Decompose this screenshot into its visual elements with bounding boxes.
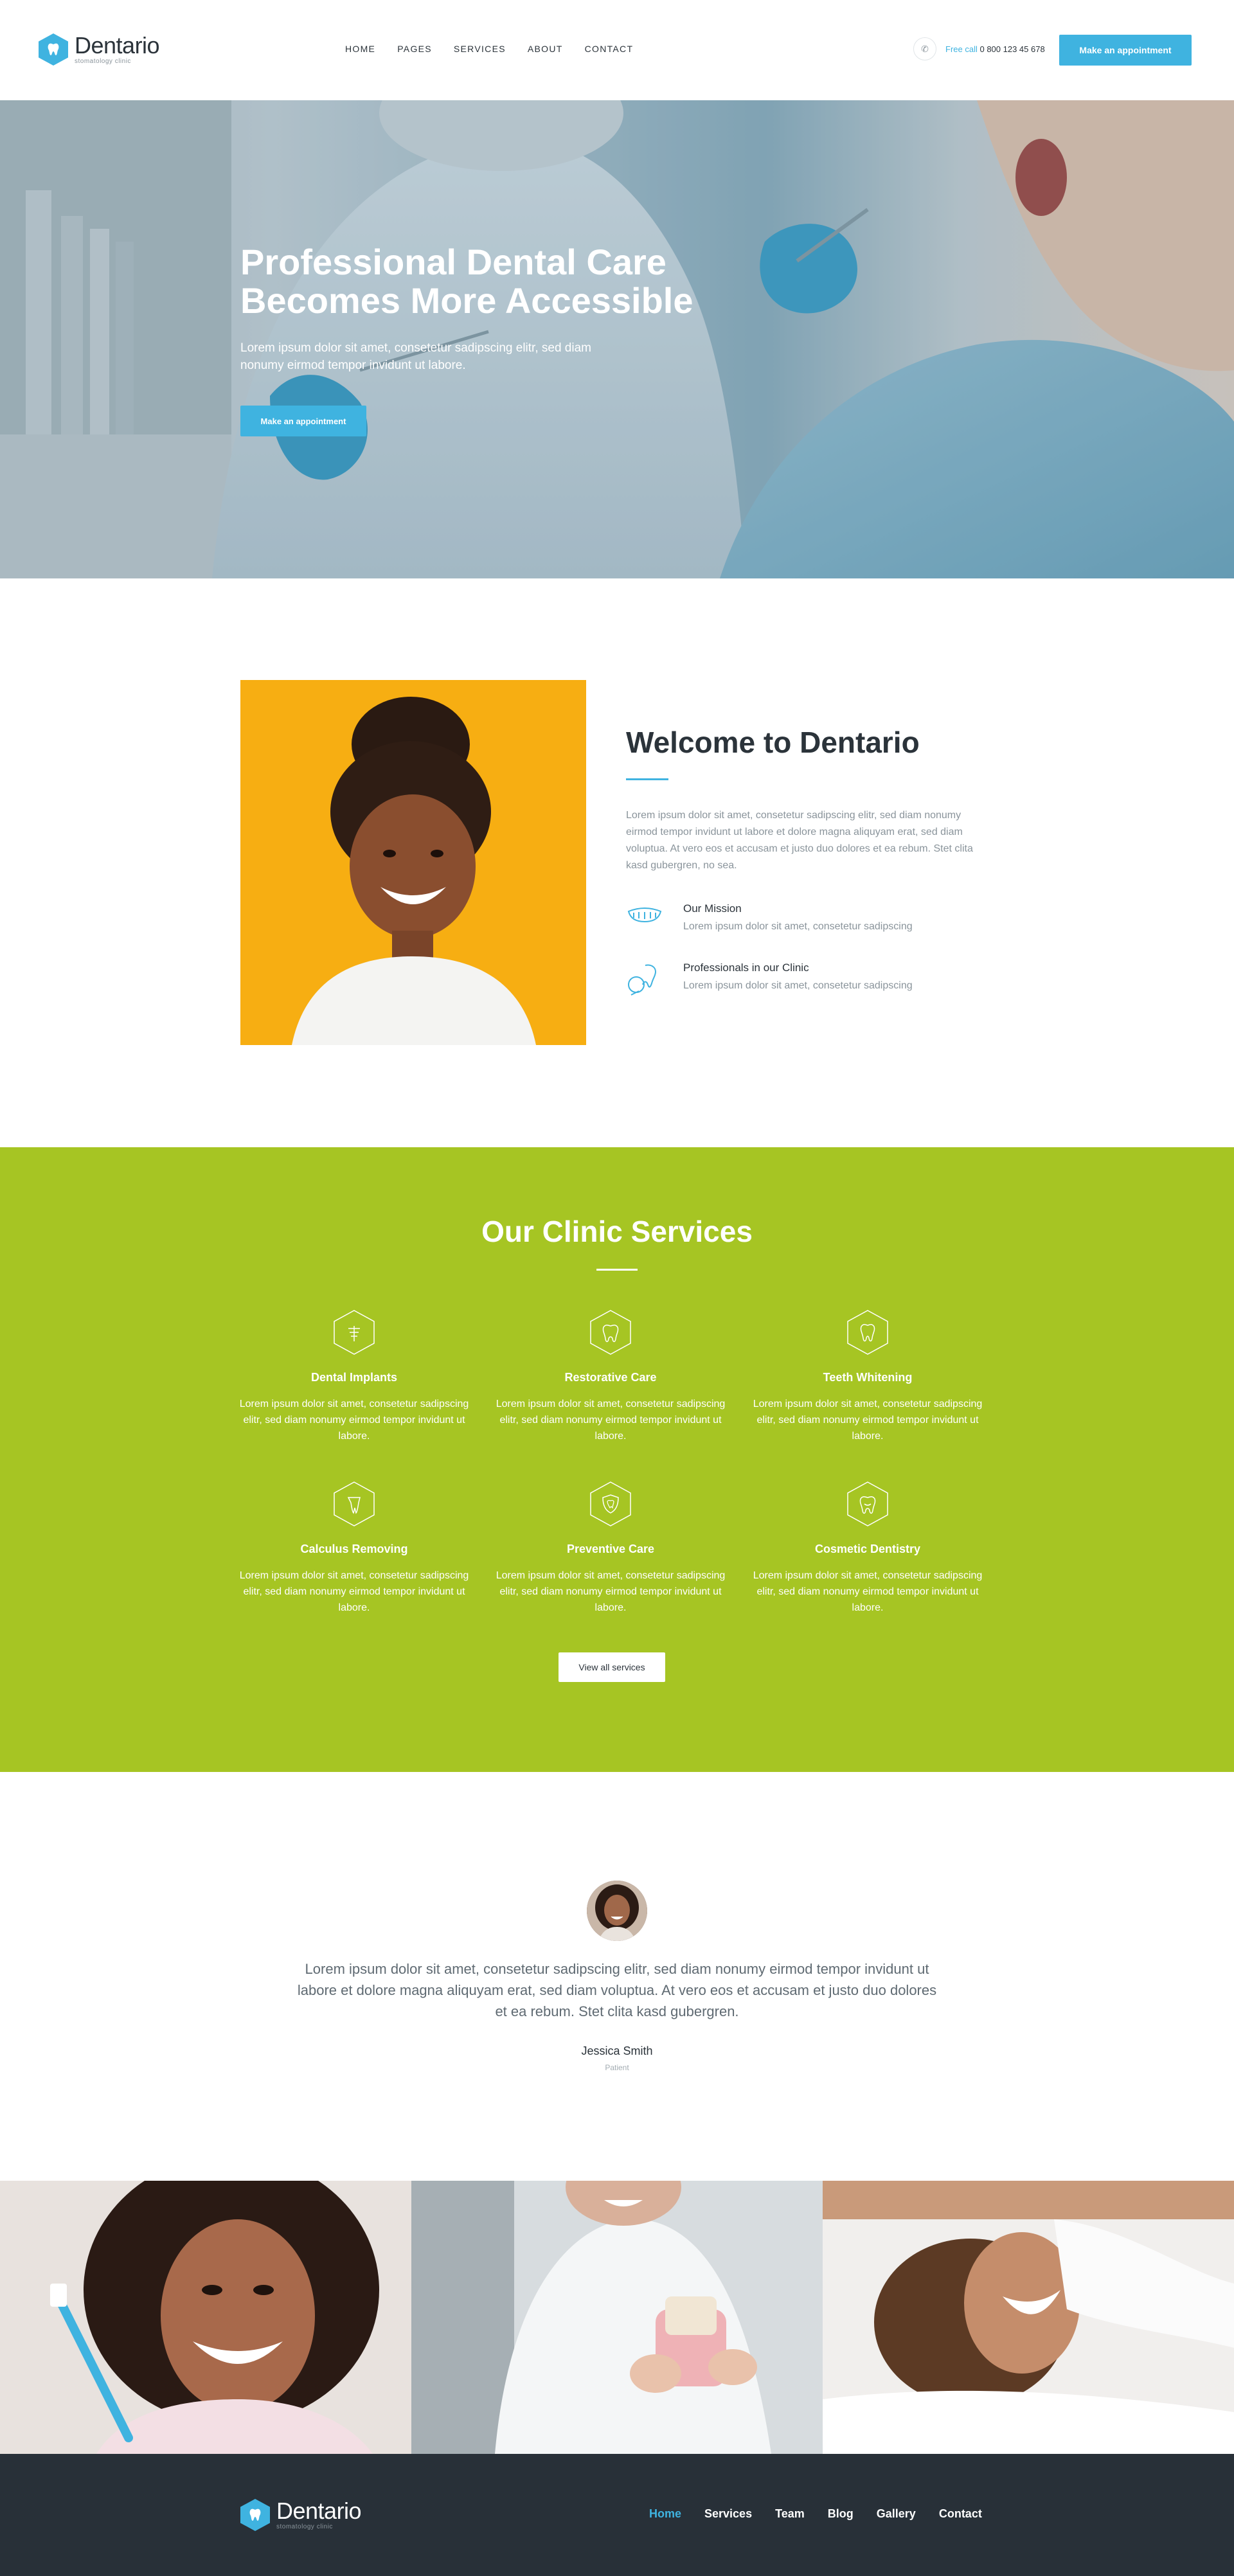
service-calculus-removing[interactable]: Calculus Removing Lorem ipsum dolor sit … [238, 1481, 470, 1616]
gallery-image-smiling-woman-bed[interactable] [823, 2181, 1234, 2454]
services-divider [596, 1269, 638, 1271]
nav-contact[interactable]: CONTACT [585, 44, 634, 54]
header-logo[interactable]: Dentario stomatology clinic [39, 31, 160, 66]
footer-nav-blog[interactable]: Blog [828, 2507, 854, 2521]
service-description: Lorem ipsum dolor sit amet, consetetur s… [753, 1399, 983, 1442]
feature-professionals-description: Lorem ipsum dolor sit amet, consetetur s… [683, 980, 913, 991]
smile-tooth-icon [846, 1481, 889, 1527]
site-footer: Dentario stomatology clinic Home Service… [0, 2454, 1234, 2576]
phone-icon: ✆ [913, 37, 936, 60]
service-description: Lorem ipsum dolor sit amet, consetetur s… [239, 1570, 469, 1613]
teeth-icon [626, 902, 663, 940]
smiling-girl-photo [240, 680, 586, 1045]
service-description: Lorem ipsum dolor sit amet, consetetur s… [753, 1570, 983, 1613]
footer-logo-name: Dentario [276, 2497, 362, 2524]
service-description: Lorem ipsum dolor sit amet, consetetur s… [496, 1570, 726, 1613]
service-teeth-whitening[interactable]: Teeth Whitening Lorem ipsum dolor sit am… [752, 1309, 983, 1444]
service-cosmetic-dentistry[interactable]: Cosmetic Dentistry Lorem ipsum dolor sit… [752, 1481, 983, 1616]
implant-icon [333, 1309, 375, 1355]
footer-logo[interactable]: Dentario stomatology clinic [240, 2497, 362, 2531]
welcome-image [240, 680, 586, 1045]
gallery-image-toothbrush-woman[interactable] [0, 2181, 411, 2454]
service-title: Preventive Care [566, 1543, 655, 1555]
welcome-description: Lorem ipsum dolor sit amet, consetetur s… [626, 810, 973, 871]
hero-section: Professional Dental Care Becomes More Ac… [0, 100, 1234, 578]
header-appointment-button[interactable]: Make an appointment [1059, 35, 1192, 66]
nav-services[interactable]: SERVICES [454, 44, 506, 54]
site-header: Dentario stomatology clinic HOME PAGES S… [0, 0, 1234, 100]
feature-mission-title: Our Mission [683, 902, 742, 915]
page: Dentario stomatology clinic HOME PAGES S… [0, 0, 1234, 2576]
phone-number: 0 800 123 45 678 [979, 44, 1045, 54]
view-all-services-button[interactable]: View all services [559, 1652, 665, 1682]
tooth-logo-icon [240, 2499, 270, 2531]
footer-logo-tagline: stomatology clinic [276, 2523, 333, 2530]
footer-nav-home[interactable]: Home [649, 2507, 681, 2521]
testimonial-quote: Lorem ipsum dolor sit amet, consetetur s… [297, 1961, 937, 2019]
gallery-image-dentist-model[interactable] [411, 2181, 823, 2454]
logo-name: Dentario [75, 31, 160, 58]
hero-appointment-button[interactable]: Make an appointment [240, 406, 366, 436]
phone-label: Free call [945, 44, 978, 54]
service-restorative-care[interactable]: Restorative Care Lorem ipsum dolor sit a… [495, 1309, 726, 1444]
tooth-icon [846, 1309, 889, 1355]
tooth-care-icon [589, 1309, 632, 1355]
nav-about[interactable]: ABOUT [528, 44, 563, 54]
footer-nav-services[interactable]: Services [704, 2507, 752, 2521]
logo-tagline: stomatology clinic [75, 57, 131, 65]
calculus-icon [333, 1481, 375, 1527]
service-title: Calculus Removing [300, 1543, 408, 1555]
hero-title: Professional Dental Care Becomes More Ac… [240, 242, 693, 321]
tooth-logo-icon [39, 33, 68, 66]
main-nav: HOME PAGES SERVICES ABOUT CONTACT [345, 44, 655, 54]
feature-professionals-title: Professionals in our Clinic [683, 962, 809, 974]
footer-nav-contact[interactable]: Contact [939, 2507, 982, 2521]
phone-contact[interactable]: ✆ Free call 0 800 123 45 678 [913, 37, 1045, 60]
service-description: Lorem ipsum dolor sit amet, consetetur s… [496, 1399, 726, 1442]
welcome-divider [626, 778, 668, 780]
nav-home[interactable]: HOME [345, 44, 375, 54]
feature-mission-description: Lorem ipsum dolor sit amet, consetetur s… [683, 921, 913, 932]
testimonial-avatar [587, 1881, 647, 1941]
shield-tooth-icon [589, 1481, 632, 1527]
footer-nav-gallery[interactable]: Gallery [877, 2507, 916, 2521]
footer-nav-team[interactable]: Team [775, 2507, 805, 2521]
dental-tools-icon [626, 962, 663, 999]
service-title: Restorative Care [564, 1371, 657, 1384]
service-title: Cosmetic Dentistry [814, 1543, 921, 1555]
nav-pages[interactable]: PAGES [397, 44, 432, 54]
footer-nav: Home Services Team Blog Gallery Contact [649, 2507, 982, 2521]
services-title: Our Clinic Services [481, 1215, 753, 1248]
service-preventive-care[interactable]: Preventive Care Lorem ipsum dolor sit am… [495, 1481, 726, 1616]
service-description: Lorem ipsum dolor sit amet, consetetur s… [239, 1399, 469, 1442]
welcome-title: Welcome to Dentario [626, 726, 920, 759]
testimonial-role: Patient [605, 2063, 629, 2072]
hero-overlay [0, 100, 1234, 578]
service-dental-implants[interactable]: Dental Implants Lorem ipsum dolor sit am… [238, 1309, 470, 1444]
service-title: Dental Implants [310, 1371, 398, 1384]
testimonial-name: Jessica Smith [581, 2044, 653, 2057]
hero-description: Lorem ipsum dolor sit amet, consetetur s… [240, 341, 591, 372]
services-section: Our Clinic Services Dental Implants Lore… [0, 1147, 1234, 1772]
service-title: Teeth Whitening [823, 1371, 913, 1384]
